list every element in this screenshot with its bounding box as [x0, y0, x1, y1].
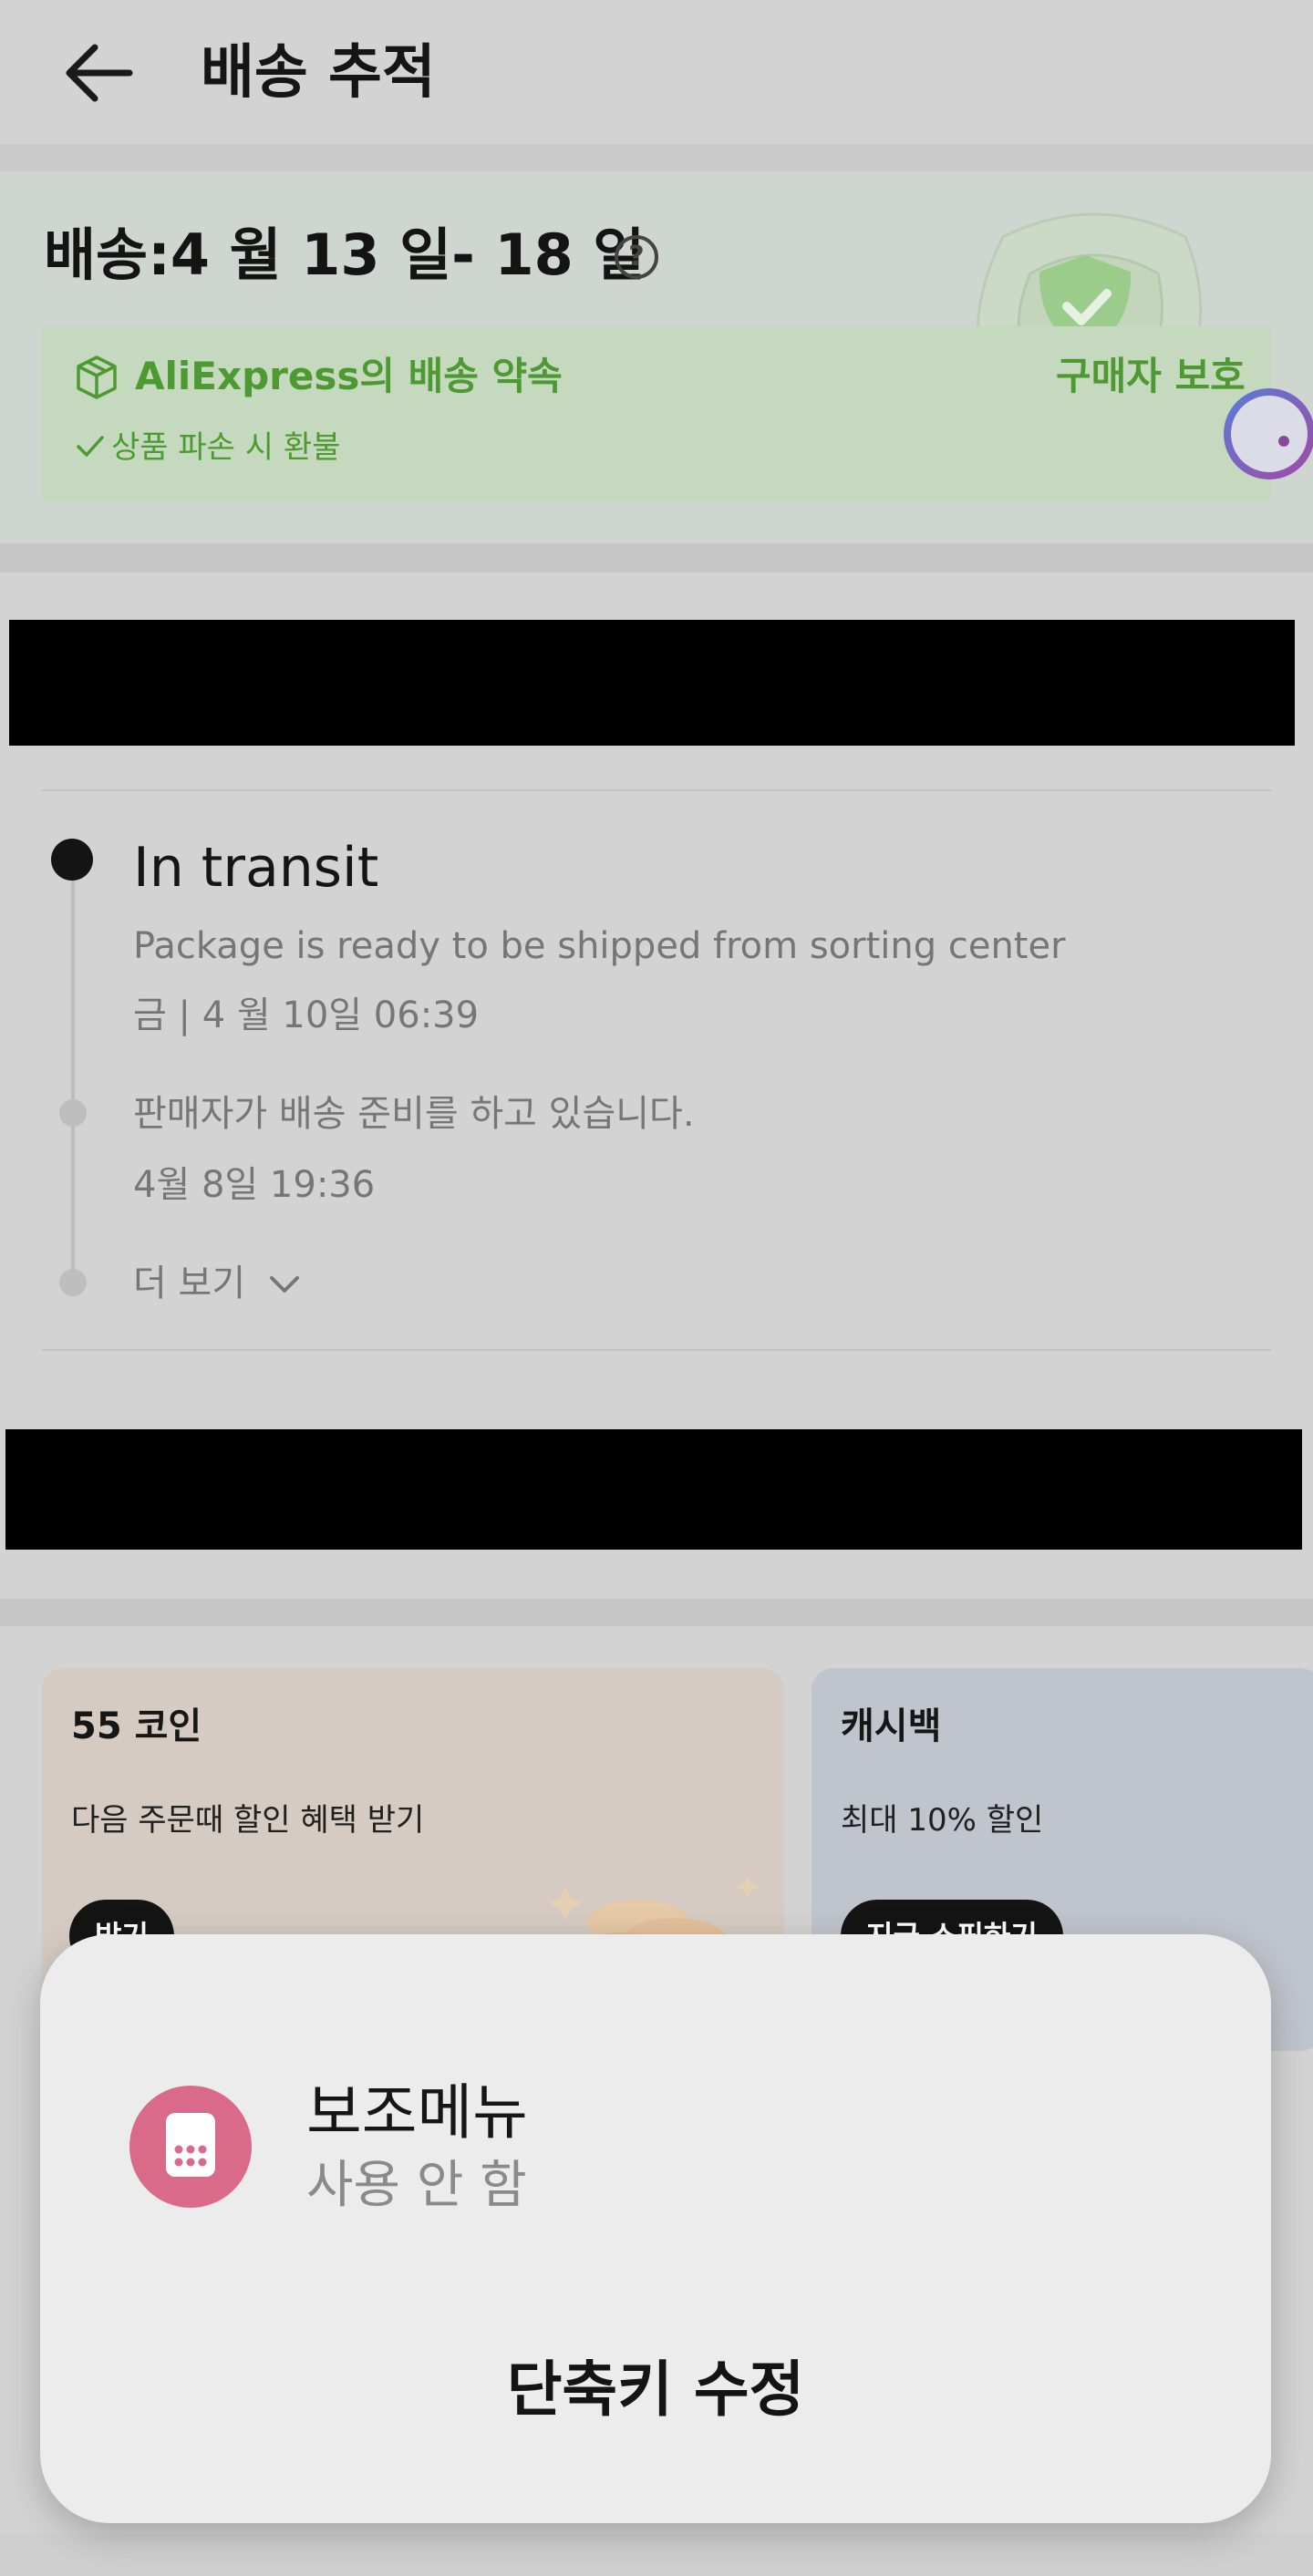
redacted-block	[5, 1429, 1302, 1550]
popup-status: 사용 안 함	[306, 2156, 527, 2215]
show-more-link[interactable]: 더 보기	[133, 1256, 245, 1311]
cashback-description: 최대 10% 할인	[841, 1802, 1044, 1839]
tracking-status: In transit	[133, 836, 379, 900]
timeline-line	[71, 859, 75, 1285]
app-header	[0, 0, 1313, 144]
popup-title: 보조메뉴	[306, 2077, 528, 2148]
page-title: 배송 추적	[201, 39, 436, 107]
event-description: 판매자가 배송 준비를 하고 있습니다.	[133, 1093, 695, 1135]
event-time: 4월 8일 19:36	[133, 1164, 376, 1206]
check-icon	[77, 436, 104, 457]
event-time: 금 | 4 월 10일 06:39	[133, 994, 480, 1036]
package-icon	[77, 355, 117, 399]
question-icon[interactable]: ?	[615, 235, 658, 279]
cashback-title: 캐시백	[841, 1705, 942, 1747]
timeline-dot-current	[51, 839, 93, 881]
edit-shortcut-button[interactable]: 단축키 수정	[40, 2344, 1271, 2436]
divider	[42, 1349, 1271, 1351]
bottom-strip	[0, 2534, 1313, 2576]
delivery-date-range: 배송:4 월 13 일- 18 일	[44, 222, 646, 288]
delivery-promise-title: AliExpress의 배송 약속	[135, 354, 563, 398]
section-separator	[0, 144, 1313, 171]
event-description: Package is ready to be shipped from sort…	[133, 925, 1066, 967]
chevron-down-icon[interactable]	[266, 1271, 303, 1298]
buyer-protection-label[interactable]: 구매자 보호	[1056, 351, 1246, 402]
coins-title: 55 코인	[71, 1705, 202, 1747]
redacted-block	[9, 620, 1295, 746]
arrow-left-icon	[66, 44, 133, 102]
section-separator	[0, 1599, 1313, 1626]
divider	[42, 789, 1271, 791]
refund-policy-text: 상품 파손 시 환불	[111, 429, 341, 466]
coins-description: 다음 주문때 할인 혜택 받기	[71, 1802, 425, 1839]
floating-menu-handle-icon[interactable]	[1222, 386, 1313, 481]
timeline-dot	[59, 1099, 87, 1127]
timeline-dot	[59, 1269, 87, 1296]
section-separator	[0, 543, 1313, 572]
back-button[interactable]	[58, 35, 146, 111]
grid-dots-icon	[166, 2113, 215, 2177]
